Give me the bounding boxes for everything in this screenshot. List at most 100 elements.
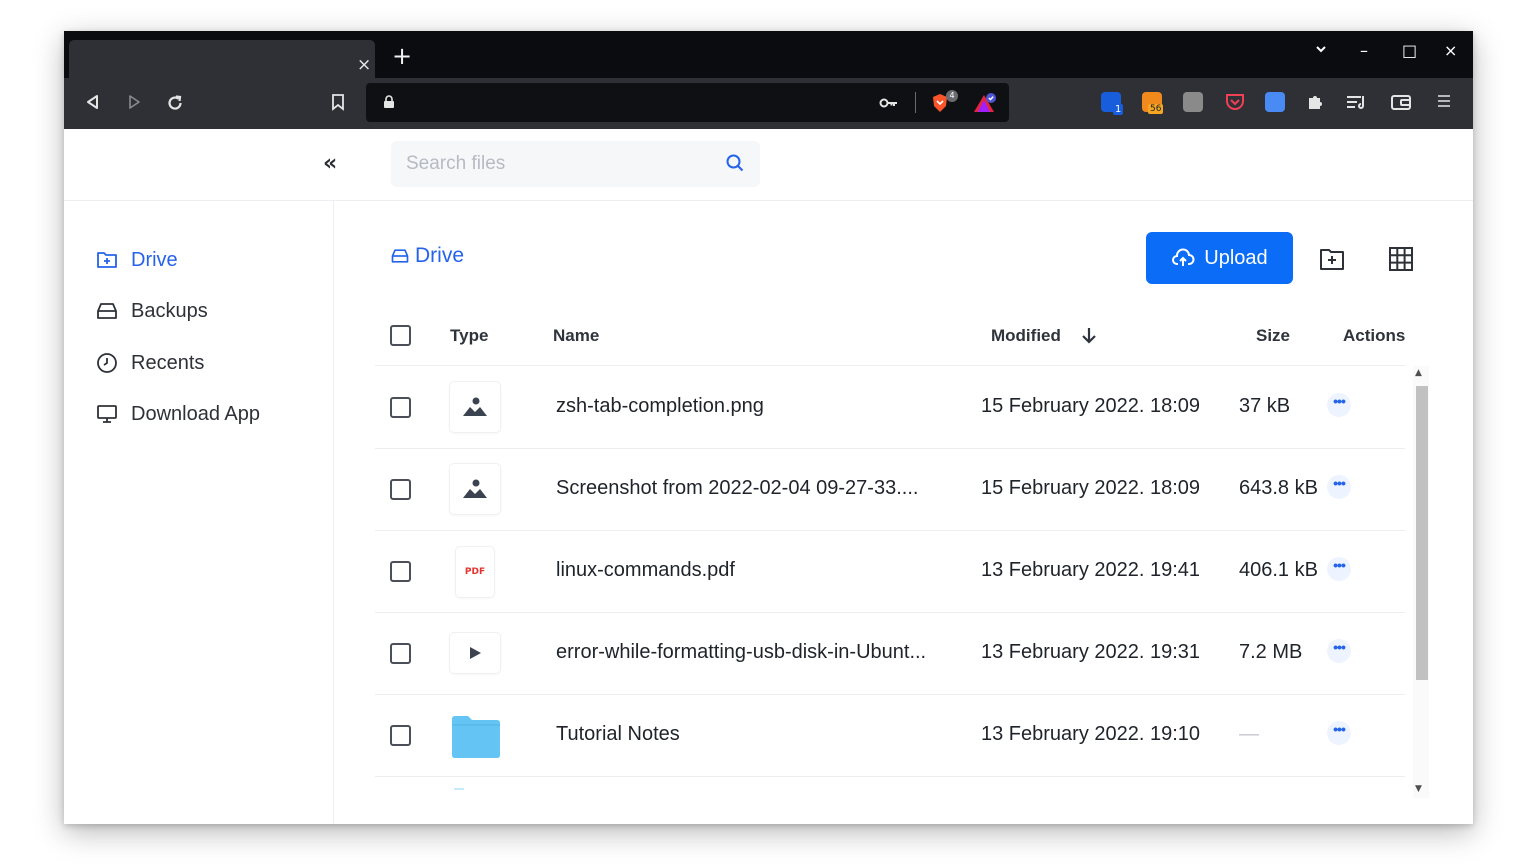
collapse-sidebar-icon[interactable]: « [323, 151, 337, 176]
file-size: 406.1 kB [1239, 559, 1318, 581]
search-input[interactable] [391, 141, 760, 187]
file-name[interactable]: error-while-formatting-usb-disk-in-Ubunt… [556, 641, 926, 664]
grid-view-button[interactable] [1386, 244, 1416, 274]
sidebar-item-download-app[interactable]: Download App [95, 400, 260, 428]
file-browser: Drive Upload Type Name Modified Size Act… [334, 201, 1473, 824]
image-file-icon [450, 464, 500, 514]
sidebar-item-label: Backups [131, 299, 208, 322]
upload-button[interactable]: Upload [1146, 232, 1293, 284]
extensions-puzzle-icon[interactable] [1305, 92, 1325, 116]
sort-desc-icon[interactable] [1080, 325, 1098, 350]
folder-icon [450, 715, 502, 765]
brave-rewards-icon[interactable] [972, 92, 996, 118]
tab-search-dropdown-icon[interactable] [1314, 42, 1328, 60]
upload-label: Upload [1204, 246, 1268, 269]
sidebar-item-label: Drive [131, 248, 178, 271]
scrollbar-thumb[interactable] [1416, 386, 1428, 680]
column-size[interactable]: Size [1256, 326, 1290, 346]
url-divider [915, 92, 916, 113]
drive-folder-icon [97, 252, 117, 268]
row-actions-button[interactable]: ••• [1327, 639, 1351, 663]
row-actions-button[interactable]: ••• [1327, 721, 1351, 745]
grid-icon [1389, 247, 1413, 271]
row-checkbox[interactable] [390, 725, 411, 746]
select-all-checkbox[interactable] [390, 325, 411, 346]
close-window-button[interactable]: × [1444, 42, 1457, 60]
file-size: 7.2 MB [1239, 641, 1303, 663]
reading-list-icon[interactable] [1345, 92, 1367, 116]
minimize-button[interactable]: – [1360, 42, 1368, 60]
tb-icon[interactable] [1183, 92, 1203, 112]
bookmark-icon[interactable] [330, 93, 346, 116]
file-list: zsh-tab-completion.png 15 February 2022.… [375, 367, 1405, 797]
cloud-upload-icon [1172, 248, 1195, 266]
reload-icon[interactable] [165, 93, 185, 118]
row-actions-button[interactable]: ••• [1327, 557, 1351, 581]
file-name[interactable]: zsh-tab-completion.png [556, 395, 764, 418]
file-name[interactable]: Tutorial Notes [556, 723, 680, 746]
column-name[interactable]: Name [553, 326, 599, 346]
translate-icon[interactable] [1265, 92, 1285, 112]
file-size: 643.8 kB [1239, 477, 1318, 499]
maximize-button[interactable]: □ [1402, 42, 1417, 60]
column-type[interactable]: Type [450, 326, 488, 346]
tab-close-button[interactable]: × [357, 56, 371, 74]
address-bar[interactable]: 4 [366, 83, 1009, 122]
browser-toolbar: 4 1 56 [64, 78, 1473, 129]
forward-icon[interactable] [125, 93, 143, 116]
file-name[interactable]: linux-commands.pdf [556, 559, 735, 582]
scroll-down-icon[interactable]: ▼ [1415, 784, 1422, 794]
column-modified[interactable]: Modified [991, 326, 1061, 346]
row-checkbox[interactable] [390, 397, 411, 418]
table-row[interactable]: Tutorial Notes 13 February 2022. 19:10 —… [375, 695, 1405, 777]
file-modified: 13 February 2022. 19:10 [981, 723, 1201, 745]
back-icon[interactable] [84, 93, 102, 116]
lock-icon[interactable] [383, 94, 395, 113]
table-row[interactable]: PDF linux-commands.pdf 13 February 2022.… [375, 531, 1405, 613]
breadcrumb[interactable]: Drive [390, 244, 464, 268]
pocket-icon[interactable] [1224, 91, 1246, 117]
sidebar-item-label: Download App [131, 402, 260, 425]
file-size: — [1239, 723, 1259, 745]
row-actions-button[interactable]: ••• [1327, 393, 1351, 417]
table-row[interactable]: zsh-tab-completion.png 15 February 2022.… [375, 367, 1405, 449]
table-row[interactable]: Screenshot from 2022-02-04 09-27-33.... … [375, 449, 1405, 531]
wallet-icon[interactable] [1390, 93, 1412, 115]
row-checkbox[interactable] [390, 643, 411, 664]
scrollbar[interactable]: ▲ ▼ [1413, 366, 1429, 798]
new-folder-button[interactable] [1317, 244, 1347, 274]
row-checkbox[interactable] [390, 479, 411, 500]
browser-tab[interactable]: × [69, 40, 375, 78]
file-name[interactable]: Screenshot from 2022-02-04 09-27-33.... [556, 477, 918, 500]
sidebar: Drive Backups Recents Download App [64, 201, 334, 824]
sidebar-item-backups[interactable]: Backups [95, 297, 208, 325]
search-icon[interactable] [725, 153, 745, 173]
table-header: Type Name Modified Size Actions [375, 308, 1405, 366]
key-icon[interactable] [879, 95, 899, 114]
sidebar-item-recents[interactable]: Recents [95, 349, 204, 377]
next-row-peek [454, 788, 464, 790]
new-tab-button[interactable]: + [392, 44, 412, 68]
pdf-file-icon: PDF [456, 547, 494, 597]
file-size: 37 kB [1239, 395, 1291, 417]
sidebar-item-drive[interactable]: Drive [95, 246, 178, 274]
drive-app: « Drive Backups Recents Download App [64, 129, 1473, 824]
scroll-up-icon[interactable]: ▲ [1415, 368, 1422, 378]
row-actions-button[interactable]: ••• [1327, 475, 1351, 499]
clock-icon [97, 353, 117, 373]
table-row[interactable]: error-while-formatting-usb-disk-in-Ubunt… [375, 613, 1405, 695]
sidebar-item-label: Recents [131, 351, 205, 374]
desktop-icon [97, 405, 117, 423]
file-modified: 13 February 2022. 19:31 [981, 641, 1201, 663]
hard-drive-icon [97, 303, 117, 319]
file-modified: 13 February 2022. 19:41 [981, 559, 1201, 581]
menu-icon[interactable] [1437, 92, 1451, 114]
video-file-icon [450, 633, 500, 673]
column-actions: Actions [1343, 326, 1406, 345]
app-header: « [64, 129, 1473, 201]
feedly-badge: 56 [1148, 104, 1164, 114]
row-checkbox[interactable] [390, 561, 411, 582]
tab-bar: × + – □ × [64, 31, 1473, 78]
file-modified: 15 February 2022. 18:09 [981, 395, 1201, 417]
pdf-label: PDF [464, 567, 486, 577]
